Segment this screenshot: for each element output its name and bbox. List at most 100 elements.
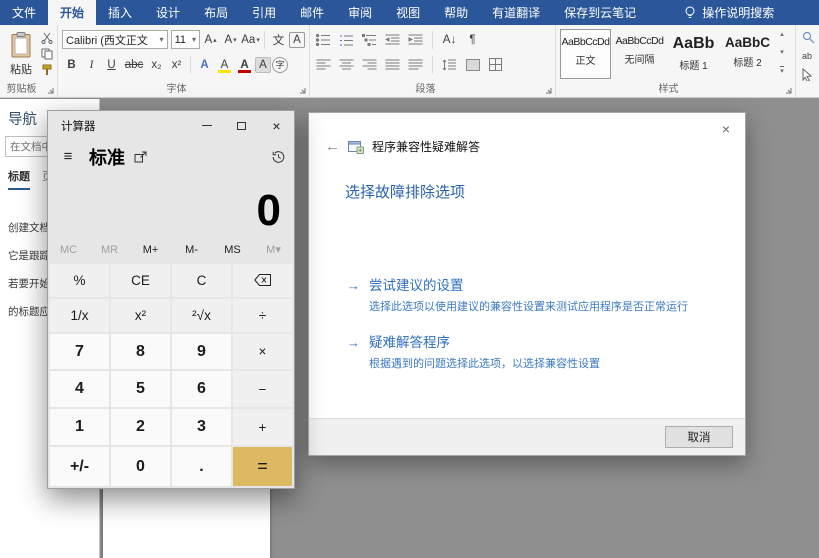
styles-dialog-launcher-icon[interactable] xyxy=(785,87,792,94)
style-normal[interactable]: AaBbCcDd 正文 xyxy=(560,29,611,79)
plus-minus-key[interactable]: +/- xyxy=(50,447,109,486)
five-key[interactable]: 5 xyxy=(111,371,170,407)
font-size-select[interactable]: 11 ▾ xyxy=(171,30,200,49)
justify-icon[interactable] xyxy=(383,55,402,74)
copy-icon[interactable] xyxy=(41,48,53,60)
tab-review[interactable]: 审阅 xyxy=(336,0,384,25)
shrink-font-button[interactable]: A▾ xyxy=(221,30,240,49)
memory-flyout-button[interactable]: M▾ xyxy=(253,241,294,256)
strikethrough-button[interactable]: abc xyxy=(122,55,146,74)
tab-file[interactable]: 文件 xyxy=(0,0,48,25)
square-key[interactable]: x² xyxy=(111,299,170,332)
multilevel-list-icon[interactable] xyxy=(360,30,379,49)
tab-home[interactable]: 开始 xyxy=(48,0,96,25)
document-page[interactable] xyxy=(103,488,270,558)
numbering-icon[interactable] xyxy=(337,30,356,49)
grow-font-button[interactable]: A▴ xyxy=(201,30,220,49)
divide-key[interactable]: ÷ xyxy=(233,299,292,332)
memory-subtract-button[interactable]: M- xyxy=(171,242,212,256)
cancel-button[interactable]: 取消 xyxy=(665,426,733,448)
memory-add-button[interactable]: M+ xyxy=(130,242,171,256)
font-dialog-launcher-icon[interactable] xyxy=(299,87,306,94)
clipboard-dialog-launcher-icon[interactable] xyxy=(47,87,54,94)
font-color-button[interactable]: A xyxy=(235,55,254,74)
character-shading-button[interactable]: A xyxy=(255,57,271,73)
nine-key[interactable]: 9 xyxy=(172,334,231,370)
character-border-button[interactable]: A xyxy=(289,32,305,48)
find-button[interactable] xyxy=(802,31,815,44)
multiply-key[interactable]: × xyxy=(233,334,292,370)
backspace-key[interactable] xyxy=(233,264,292,297)
styles-scroll-up-icon[interactable]: ▴ xyxy=(780,31,784,38)
memory-store-button[interactable]: MS xyxy=(212,242,253,256)
styles-more-icon[interactable]: ▾ xyxy=(780,66,784,75)
two-key[interactable]: 2 xyxy=(111,409,170,445)
clear-entry-key[interactable]: CE xyxy=(111,264,170,297)
tab-insert[interactable]: 插入 xyxy=(96,0,144,25)
borders-icon[interactable] xyxy=(486,55,505,74)
clear-key[interactable]: C xyxy=(172,264,231,297)
select-button[interactable] xyxy=(802,68,815,81)
format-painter-icon[interactable] xyxy=(41,64,53,76)
font-family-select[interactable]: Calibri (西文正文 ▾ xyxy=(62,30,168,49)
history-icon[interactable] xyxy=(271,150,286,164)
paste-button[interactable]: 粘贴 xyxy=(4,28,38,81)
reciprocal-key[interactable]: 1/x xyxy=(50,299,109,332)
phonetic-guide-button[interactable]: 文 xyxy=(269,30,288,49)
change-case-button[interactable]: Aa▾ xyxy=(241,30,260,49)
highlight-color-button[interactable]: A xyxy=(215,55,234,74)
keep-on-top-icon[interactable] xyxy=(134,151,147,163)
tab-mailings[interactable]: 邮件 xyxy=(288,0,336,25)
tab-layout[interactable]: 布局 xyxy=(192,0,240,25)
paragraph-dialog-launcher-icon[interactable] xyxy=(545,87,552,94)
add-key[interactable]: + xyxy=(233,409,292,445)
superscript-button[interactable]: x² xyxy=(167,55,186,74)
four-key[interactable]: 4 xyxy=(50,371,109,407)
underline-button[interactable]: U xyxy=(102,55,121,74)
decimal-key[interactable]: . xyxy=(172,447,231,486)
shading-icon[interactable] xyxy=(463,55,482,74)
subtract-key[interactable]: − xyxy=(233,371,292,407)
sort-icon[interactable]: A↓ xyxy=(440,30,459,49)
tab-youdao-translate[interactable]: 有道翻译 xyxy=(480,0,552,25)
subscript-button[interactable]: x₂ xyxy=(147,55,166,74)
dialog-close-icon[interactable]: × xyxy=(716,120,736,138)
percent-key[interactable]: % xyxy=(50,264,109,297)
tab-design[interactable]: 设计 xyxy=(144,0,192,25)
six-key[interactable]: 6 xyxy=(172,371,231,407)
seven-key[interactable]: 7 xyxy=(50,334,109,370)
option-try-recommended-link[interactable]: → 尝试建议的设置 xyxy=(347,274,745,294)
eight-key[interactable]: 8 xyxy=(111,334,170,370)
tab-help[interactable]: 帮助 xyxy=(432,0,480,25)
cut-icon[interactable] xyxy=(41,32,53,44)
tab-references[interactable]: 引用 xyxy=(240,0,288,25)
nav-tab-headings[interactable]: 标题 xyxy=(8,168,30,190)
hamburger-menu-icon[interactable]: ≡ xyxy=(56,148,80,165)
tell-me-search[interactable]: 操作说明搜索 xyxy=(684,0,774,25)
italic-button[interactable]: I xyxy=(82,55,101,74)
increase-indent-icon[interactable] xyxy=(406,30,425,49)
align-left-icon[interactable] xyxy=(314,55,333,74)
minimize-button[interactable] xyxy=(189,111,224,140)
three-key[interactable]: 3 xyxy=(172,409,231,445)
square-root-key[interactable]: ²√x xyxy=(172,299,231,332)
align-center-icon[interactable] xyxy=(337,55,356,74)
maximize-button[interactable] xyxy=(224,111,259,140)
tab-view[interactable]: 视图 xyxy=(384,0,432,25)
tab-save-to-cloud-notes[interactable]: 保存到云笔记 xyxy=(552,0,648,25)
line-spacing-icon[interactable] xyxy=(440,55,459,74)
memory-clear-button[interactable]: MC xyxy=(48,242,89,256)
style-no-spacing[interactable]: AaBbCcDd 无间隔 xyxy=(614,29,665,79)
replace-button[interactable]: ab xyxy=(802,51,815,61)
close-button[interactable]: × xyxy=(259,111,294,140)
distribute-text-icon[interactable] xyxy=(406,55,425,74)
calculator-title-bar[interactable]: 计算器 × xyxy=(48,111,294,140)
memory-recall-button[interactable]: MR xyxy=(89,242,130,256)
back-arrow-icon[interactable]: ← xyxy=(325,138,340,155)
zero-key[interactable]: 0 xyxy=(111,447,170,486)
style-heading-1[interactable]: AaBb 标题 1 xyxy=(668,29,719,79)
bullets-icon[interactable] xyxy=(314,30,333,49)
style-heading-2[interactable]: AaBbC 标题 2 xyxy=(722,29,773,79)
option-troubleshoot-program-link[interactable]: → 疑难解答程序 xyxy=(347,331,745,351)
decrease-indent-icon[interactable] xyxy=(383,30,402,49)
